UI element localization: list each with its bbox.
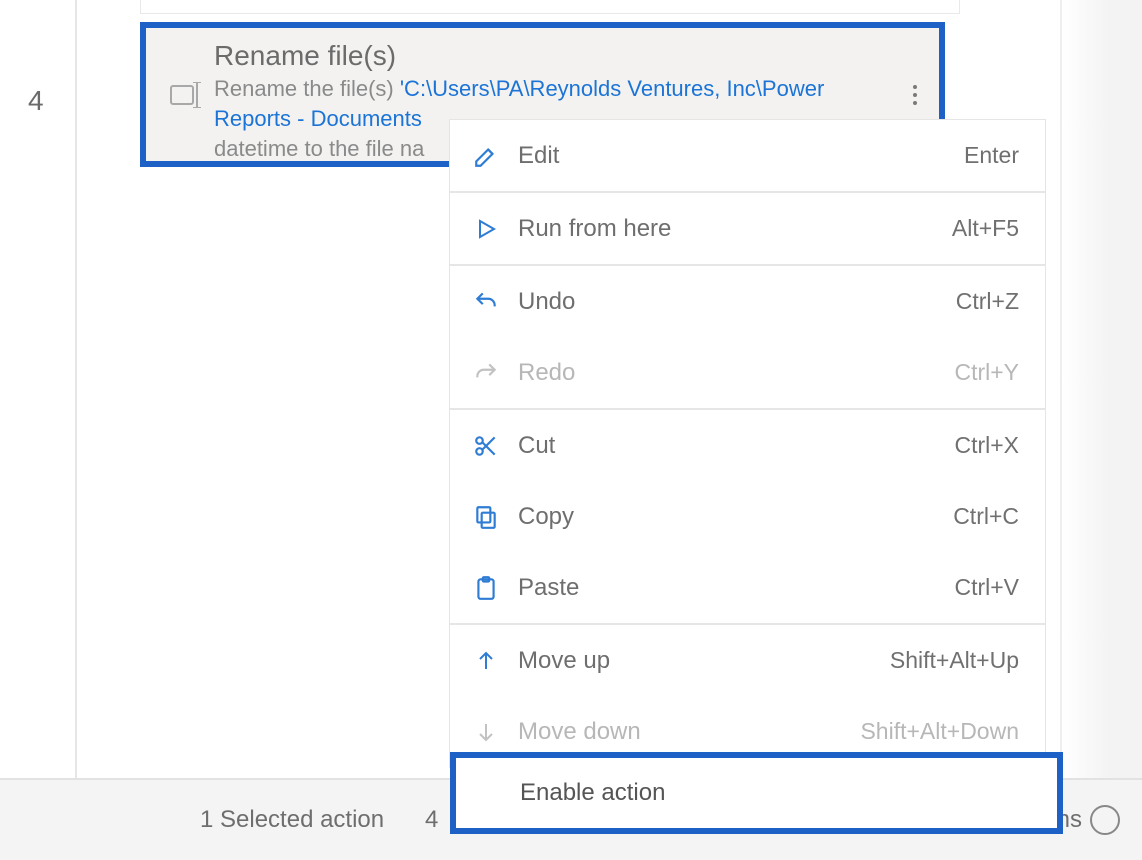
menu-enable-action[interactable]: Enable action	[450, 752, 1063, 834]
menu-cut-shortcut: Ctrl+X	[954, 432, 1019, 459]
rename-file-icon	[170, 82, 204, 108]
action-desc-prefix: Rename the file(s)	[214, 76, 400, 101]
menu-movedown-label: Move down	[518, 718, 860, 746]
edit-icon	[472, 142, 500, 170]
menu-undo-shortcut: Ctrl+Z	[956, 288, 1019, 315]
arrow-up-icon	[472, 647, 500, 675]
menu-movedown-shortcut: Shift+Alt+Down	[860, 718, 1019, 745]
menu-undo[interactable]: Undo Ctrl+Z	[450, 266, 1045, 337]
menu-run-shortcut: Alt+F5	[952, 215, 1019, 242]
status-selection: 1 Selected action	[200, 806, 384, 834]
context-menu: Edit Enter Run from here Alt+F5 Undo Ctr…	[450, 120, 1045, 767]
menu-moveup-label: Move up	[518, 647, 890, 675]
menu-redo: Redo Ctrl+Y	[450, 337, 1045, 408]
action-more-button[interactable]	[903, 75, 927, 115]
action-title: Rename file(s)	[214, 40, 921, 72]
menu-undo-label: Undo	[518, 288, 956, 316]
action-desc-suffix: datetime to the file na	[214, 136, 424, 161]
paste-icon	[472, 574, 500, 602]
menu-paste[interactable]: Paste Ctrl+V	[450, 552, 1045, 623]
right-panel-edge	[1060, 0, 1142, 780]
menu-copy[interactable]: Copy Ctrl+C	[450, 481, 1045, 552]
redo-icon	[472, 359, 500, 387]
arrow-down-icon	[472, 718, 500, 746]
menu-copy-shortcut: Ctrl+C	[953, 503, 1019, 530]
undo-icon	[472, 288, 500, 316]
menu-run-label: Run from here	[518, 215, 952, 243]
step-number: 4	[28, 85, 44, 117]
menu-edit-label: Edit	[518, 142, 964, 170]
designer-ruler	[75, 0, 77, 780]
menu-enable-label: Enable action	[520, 779, 665, 807]
play-icon	[472, 215, 500, 243]
status-count: 4	[425, 806, 438, 834]
copy-icon	[472, 503, 500, 531]
previous-card-edge	[140, 0, 960, 14]
menu-cut[interactable]: Cut Ctrl+X	[450, 410, 1045, 481]
menu-paste-label: Paste	[518, 574, 954, 602]
menu-copy-label: Copy	[518, 503, 953, 531]
menu-redo-shortcut: Ctrl+Y	[954, 359, 1019, 386]
menu-run-from-here[interactable]: Run from here Alt+F5	[450, 193, 1045, 264]
menu-edit[interactable]: Edit Enter	[450, 120, 1045, 191]
menu-redo-label: Redo	[518, 359, 954, 387]
menu-move-up[interactable]: Move up Shift+Alt+Up	[450, 625, 1045, 696]
menu-moveup-shortcut: Shift+Alt+Up	[890, 647, 1019, 674]
cut-icon	[472, 432, 500, 460]
menu-edit-shortcut: Enter	[964, 142, 1019, 169]
menu-cut-label: Cut	[518, 432, 954, 460]
menu-paste-shortcut: Ctrl+V	[954, 574, 1019, 601]
info-icon[interactable]	[1090, 805, 1120, 835]
